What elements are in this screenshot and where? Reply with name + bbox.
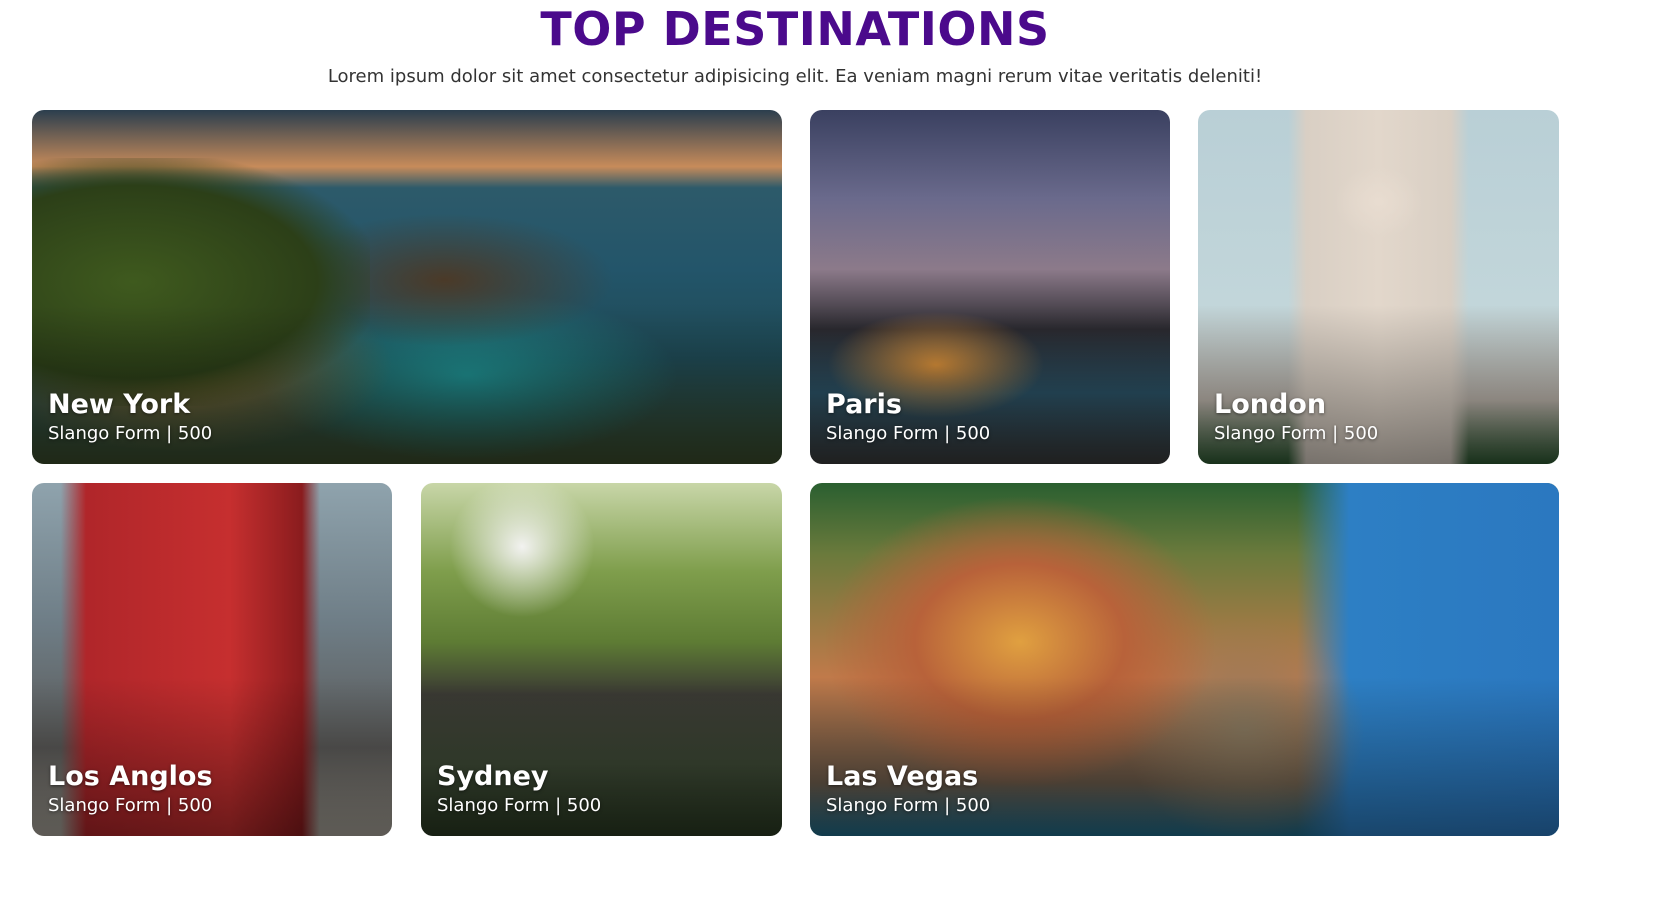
destination-card-las-vegas[interactable]: Las Vegas Slango Form | 500 — [810, 483, 1559, 836]
destination-name: Los Anglos — [48, 761, 213, 792]
destination-name: New York — [48, 389, 191, 420]
destination-meta: Slango Form | 500 — [826, 795, 991, 816]
destination-card-london[interactable]: London Slango Form | 500 — [1198, 110, 1559, 464]
destination-card-paris[interactable]: Paris Slango Form | 500 — [810, 110, 1170, 464]
destination-meta: Slango Form | 500 — [1214, 423, 1379, 444]
page-subtitle: Lorem ipsum dolor sit amet consectetur a… — [327, 66, 1263, 87]
destination-name: Las Vegas — [826, 761, 979, 792]
destination-card-new-york[interactable]: New York Slango Form | 500 — [32, 110, 782, 464]
page-title: TOP DESTINATIONS — [540, 2, 1050, 56]
destination-name: London — [1214, 389, 1327, 420]
destination-name: Sydney — [437, 761, 549, 792]
destination-meta: Slango Form | 500 — [826, 423, 991, 444]
destination-card-los-anglos[interactable]: Los Anglos Slango Form | 500 — [32, 483, 392, 836]
destination-meta: Slango Form | 500 — [48, 795, 213, 816]
destination-card-sydney[interactable]: Sydney Slango Form | 500 — [421, 483, 782, 836]
destination-meta: Slango Form | 500 — [437, 795, 602, 816]
destination-meta: Slango Form | 500 — [48, 423, 213, 444]
destination-name: Paris — [826, 389, 902, 420]
